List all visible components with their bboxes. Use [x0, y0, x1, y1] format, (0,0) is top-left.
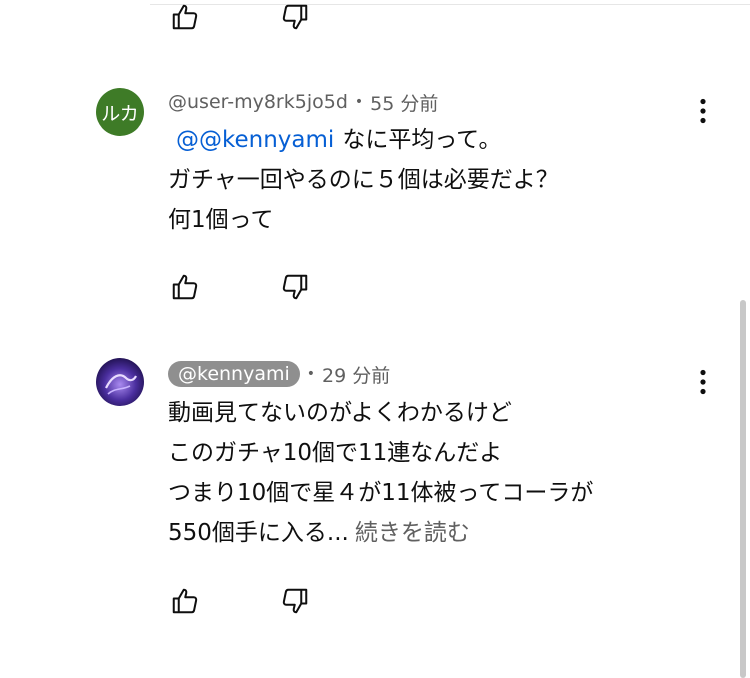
comment-actions [168, 270, 328, 304]
scrollbar-thumb[interactable] [740, 300, 746, 678]
avatar-initials: ルカ [101, 102, 139, 125]
avatar[interactable]: ルカ [96, 88, 144, 136]
dislike-button[interactable] [278, 0, 312, 34]
comment-time[interactable]: 29 分前 [322, 361, 390, 388]
scrollbar[interactable] [738, 0, 748, 678]
like-button[interactable] [168, 0, 202, 34]
comment-actions [168, 584, 328, 618]
thumb-up-icon [172, 274, 198, 300]
thumb-down-icon [282, 274, 308, 300]
separator-dot: • [354, 94, 364, 110]
thumb-down-icon [282, 588, 308, 614]
like-button[interactable] [168, 584, 202, 618]
more-vert-icon [700, 98, 706, 124]
comment-line: つまり10個で星４が11体被ってコーラが [168, 480, 594, 506]
author-handle-pill[interactable]: @kennyami [168, 361, 300, 387]
comment-line: 550個手に入る... 続きを読む [168, 520, 470, 546]
comment-time[interactable]: 55 分前 [370, 89, 438, 116]
more-vert-icon [700, 369, 706, 395]
dislike-button[interactable] [278, 584, 312, 618]
comment-author[interactable]: @user-my8rk5jo5d [168, 91, 348, 113]
comment-line: 何1個って [168, 207, 274, 233]
thumb-down-icon [282, 4, 308, 30]
comment-menu-button[interactable] [688, 94, 718, 128]
avatar[interactable] [96, 358, 144, 406]
comment-line: このガチャ10個で11連なんだよ [168, 440, 503, 466]
comment-header: @user-my8rk5jo5d • 55 分前 [168, 87, 438, 117]
thumb-up-icon [172, 4, 198, 30]
comment-line: 動画見てないのがよくわかるけど [168, 400, 512, 426]
like-button[interactable] [168, 270, 202, 304]
comment-line: ガチャ一回やるのに５個は必要だよ？ [168, 167, 559, 193]
mention-link[interactable]: @@kennyami [176, 127, 334, 153]
comment-body: @@kennyami なに平均って。 ガチャ一回やるのに５個は必要だよ？ 何1個っ… [168, 120, 559, 240]
read-more-link[interactable]: 続きを読む [355, 520, 470, 546]
separator-dot: • [306, 366, 316, 382]
comment-header: @kennyami • 29 分前 [168, 359, 390, 389]
comment-menu-button[interactable] [688, 365, 718, 399]
avatar-image [96, 358, 144, 406]
comment-line: @@kennyami なに平均って。 [176, 127, 502, 153]
thumb-up-icon [172, 588, 198, 614]
previous-comment-actions [168, 0, 328, 34]
comment-body: 動画見てないのがよくわかるけど このガチャ10個で11連なんだよ つまり10個で… [168, 393, 593, 553]
dislike-button[interactable] [278, 270, 312, 304]
